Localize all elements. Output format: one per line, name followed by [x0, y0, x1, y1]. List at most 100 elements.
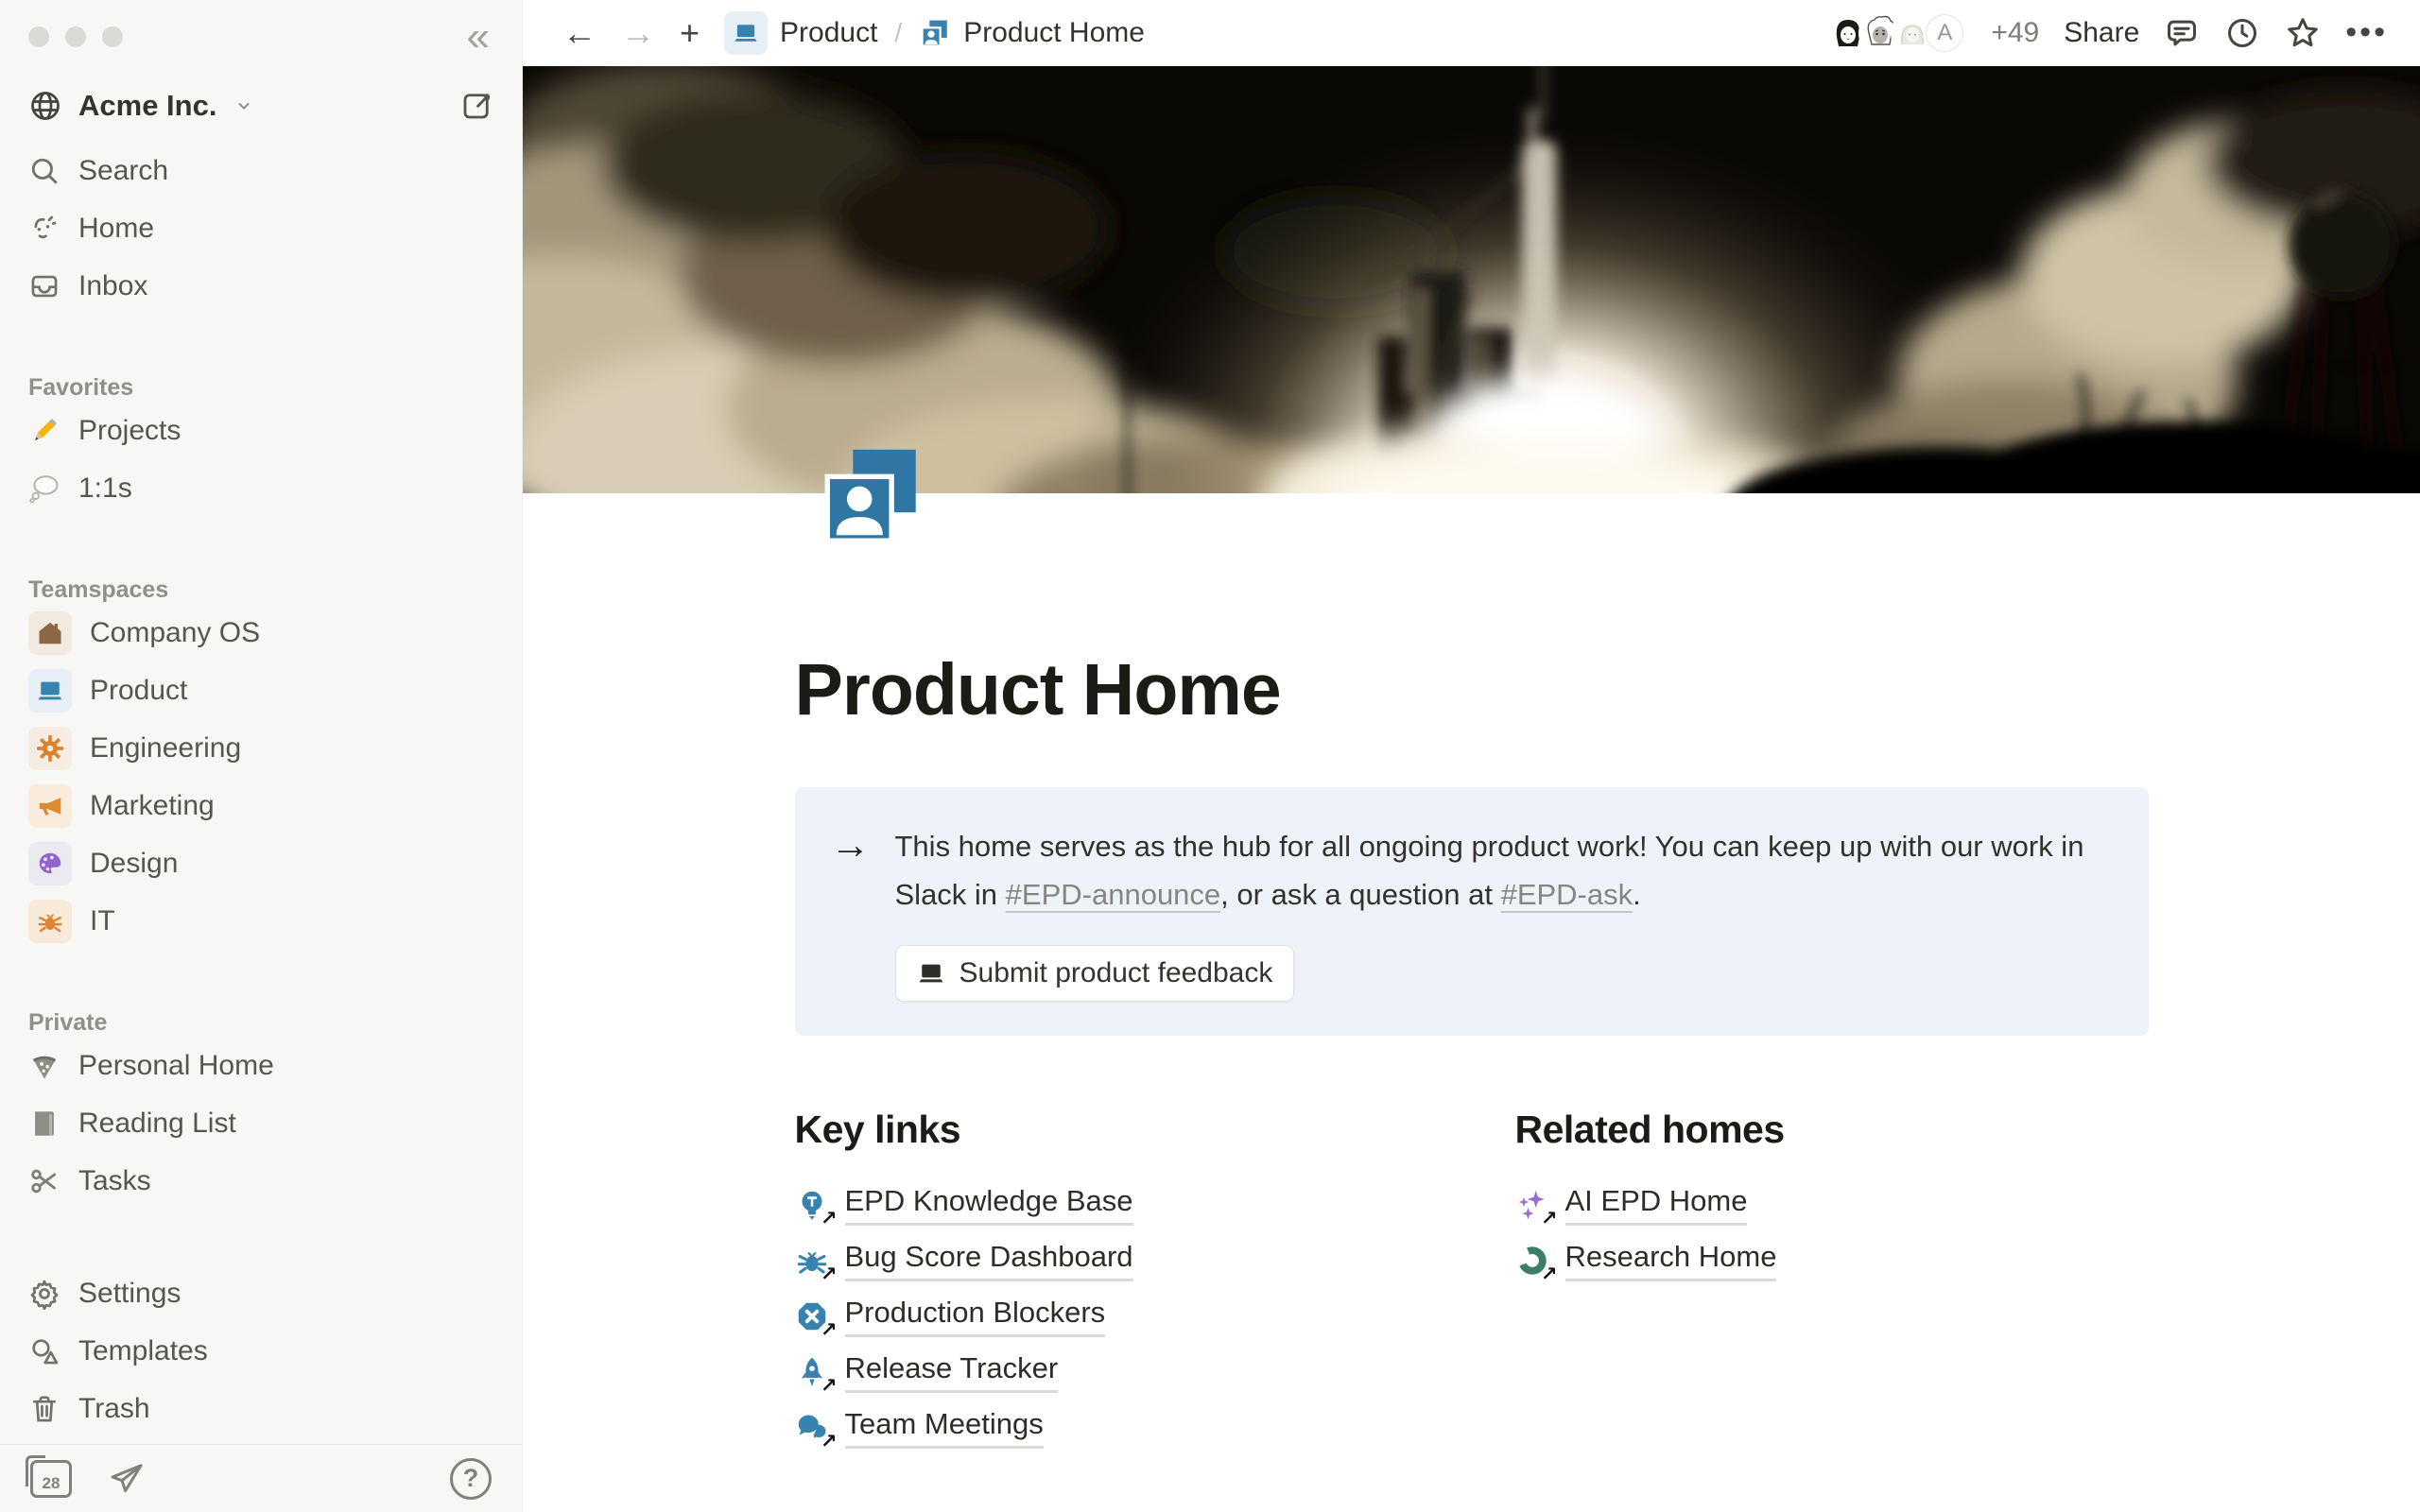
arrow-right-icon: → [831, 823, 871, 867]
sidebar-item-label: Personal Home [78, 1050, 274, 1082]
submit-feedback-button[interactable]: Submit product feedback [895, 945, 1295, 1002]
pencil-icon [28, 415, 60, 447]
share-button[interactable]: Share [2064, 17, 2139, 49]
sidebar-item-trash[interactable]: Trash [0, 1380, 522, 1437]
sidebar-footer: 28 ? [0, 1444, 522, 1512]
sidebar-item-projects[interactable]: Projects [0, 402, 522, 459]
external-arrow-icon: ↗ [821, 1263, 838, 1286]
breadcrumb-separator: / [894, 18, 902, 48]
external-arrow-icon: ↗ [821, 1374, 838, 1398]
link-label: Bug Score Dashboard [845, 1239, 1133, 1281]
chevron-down-icon [234, 96, 253, 115]
link-release-tracker[interactable]: ↗ Release Tracker [795, 1344, 1428, 1400]
link-label: AI EPD Home [1565, 1183, 1748, 1226]
comment-icon[interactable] [2164, 15, 2200, 51]
donut-chart-icon: ↗ [1515, 1244, 1549, 1278]
section-label-teamspaces: Teamspaces [0, 562, 522, 604]
link-epd-knowledge-base[interactable]: ↗ EPD Knowledge Base [795, 1177, 1428, 1232]
sidebar-item-engineering[interactable]: Engineering [0, 719, 522, 777]
sidebar-item-label: IT [90, 905, 115, 937]
breadcrumb-product-home[interactable]: Product Home [911, 13, 1152, 53]
sidebar-item-tasks[interactable]: Tasks [0, 1152, 522, 1210]
calendar-icon[interactable]: 28 [30, 1460, 72, 1498]
callout-text: This home serves as the hub for all ongo… [895, 823, 2111, 1002]
sidebar-item-templates[interactable]: Templates [0, 1322, 522, 1380]
new-page-icon[interactable] [459, 89, 493, 123]
page-content: Product Home → This home serves as the h… [795, 493, 2149, 1512]
forward-arrow-icon[interactable]: → [614, 16, 663, 50]
workspace-switcher[interactable]: Acme Inc. [13, 79, 509, 132]
link-production-blockers[interactable]: ↗ Production Blockers [795, 1288, 1428, 1344]
star-icon[interactable] [2285, 15, 2321, 51]
page-icon-contact-card[interactable] [816, 440, 927, 552]
section-label-private: Private [0, 995, 522, 1037]
sidebar-item-design[interactable]: Design [0, 834, 522, 892]
new-tab-plus-icon[interactable]: + [672, 16, 707, 50]
megaphone-icon [28, 784, 72, 828]
section-key-links: Key links ↗ EPD Knowledge Base ↗ [795, 1108, 1428, 1455]
page-title: Product Home [795, 648, 2149, 732]
palette-icon [28, 842, 72, 885]
shapes-icon [28, 1335, 60, 1367]
section-label-favorites: Favorites [0, 360, 522, 402]
link-label: Team Meetings [845, 1406, 1044, 1449]
globe-icon [28, 89, 62, 123]
link-research-home[interactable]: ↗ Research Home [1515, 1232, 2149, 1288]
link-ai-epd-home[interactable]: ↗ AI EPD Home [1515, 1177, 2149, 1232]
ellipsis-icon[interactable]: ••• [2345, 26, 2388, 40]
callout: → This home serves as the hub for all on… [795, 787, 2149, 1036]
section-heading: Related homes [1515, 1108, 2149, 1152]
section-related-homes: Related homes ↗ AI EPD Home ↗ R [1515, 1108, 2149, 1455]
bug-icon [28, 900, 72, 943]
sidebar-item-company-os[interactable]: Company OS [0, 604, 522, 662]
window-controls[interactable] [28, 26, 123, 47]
sidebar-item-home[interactable]: Home [0, 199, 522, 257]
sidebar-item-product[interactable]: Product [0, 662, 522, 719]
rocket-icon: ↗ [795, 1355, 829, 1389]
book-icon [28, 1108, 60, 1140]
sidebar-item-settings[interactable]: Settings [0, 1264, 522, 1322]
link-team-meetings[interactable]: ↗ Team Meetings [795, 1400, 1428, 1455]
link-bug-score-dashboard[interactable]: ↗ Bug Score Dashboard [795, 1232, 1428, 1288]
external-arrow-icon: ↗ [821, 1318, 838, 1342]
avatar-letter: A [1923, 11, 1966, 55]
paper-plane-icon[interactable] [108, 1460, 146, 1498]
sidebar: « Acme Inc. Search Home [0, 0, 523, 1512]
sidebar-item-personal-home[interactable]: Personal Home [0, 1037, 522, 1094]
sidebar-item-1on1s[interactable]: 1:1s [0, 459, 522, 517]
laptop-icon [28, 669, 72, 713]
clock-icon[interactable] [2224, 15, 2260, 51]
sidebar-top-row: « [0, 0, 522, 74]
sidebar-item-label: Tasks [78, 1165, 151, 1197]
thought-cloud-icon [28, 472, 60, 505]
external-arrow-icon: ↗ [1541, 1263, 1558, 1286]
breadcrumb-label: Product Home [963, 17, 1145, 49]
sidebar-item-inbox[interactable]: Inbox [0, 257, 522, 315]
sidebar-item-it[interactable]: IT [0, 892, 522, 950]
cover-image[interactable] [523, 66, 2420, 494]
back-arrow-icon[interactable]: ← [555, 16, 604, 50]
sidebar-item-label: Engineering [90, 732, 241, 765]
laptop-icon [917, 959, 945, 988]
sidebar-item-search[interactable]: Search [0, 142, 522, 199]
slack-link-epd-ask[interactable]: #EPD-ask [1501, 878, 1634, 911]
breadcrumb-product[interactable]: Product [717, 8, 885, 59]
calendar-day: 28 [43, 1474, 60, 1493]
sidebar-item-label: Reading List [78, 1108, 236, 1140]
breadcrumb-label: Product [780, 17, 877, 49]
link-label: Production Blockers [845, 1295, 1106, 1337]
avatar-overflow-count: +49 [1991, 17, 2039, 49]
sidebar-item-label: Templates [78, 1335, 208, 1367]
help-icon[interactable]: ? [450, 1458, 492, 1500]
slack-link-epd-announce[interactable]: #EPD-announce [1006, 878, 1221, 911]
sidebar-item-reading-list[interactable]: Reading List [0, 1094, 522, 1152]
sidebar-item-label: Company OS [90, 617, 260, 649]
avatar-group[interactable]: A [1826, 11, 1966, 55]
sidebar-collapse-icon[interactable]: « [463, 16, 493, 58]
sidebar-item-label: Design [90, 848, 178, 880]
sidebar-item-label: Settings [78, 1278, 181, 1310]
contact-card-icon [919, 17, 951, 49]
scissors-icon [28, 1165, 60, 1197]
sidebar-item-marketing[interactable]: Marketing [0, 777, 522, 834]
sidebar-item-label: Product [90, 675, 187, 707]
